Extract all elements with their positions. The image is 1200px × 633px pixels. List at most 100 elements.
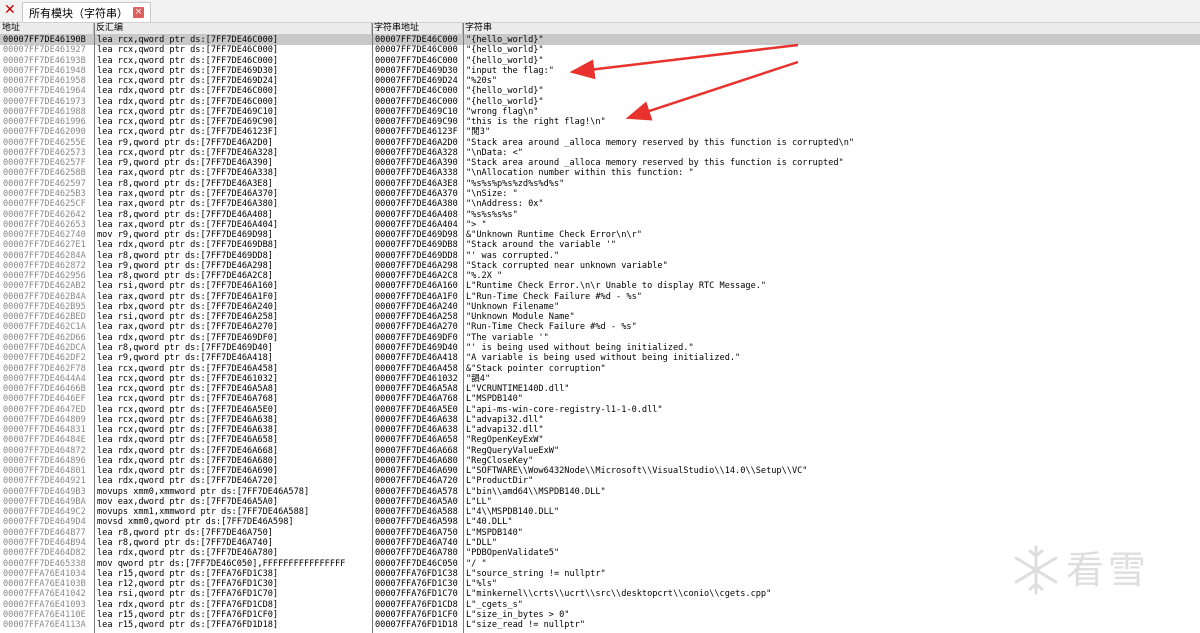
string-address-cell: 00007FF7DE46A638 xyxy=(375,414,458,425)
table-row[interactable]: 00007FF7DE462F78 lea rcx,qword ptr ds:[7F… xyxy=(0,364,1200,374)
string-address-cell: 00007FF7DE469C90 xyxy=(375,117,458,128)
table-row[interactable]: 00007FF7DE461988 lea rcx,qword ptr ds:[7F… xyxy=(0,107,1200,117)
string-address-cell: 00007FF7DE46A578 xyxy=(375,486,458,497)
table-row[interactable]: 00007FF7DE462090 lea rcx,qword ptr ds:[7F… xyxy=(0,127,1200,137)
disassembly-cell: lea r8,qword ptr ds:[7FF7DE46A408] xyxy=(97,209,273,220)
string-address-cell: 00007FF7DE46C000 xyxy=(375,55,458,66)
disassembly-cell: lea rcx,qword ptr ds:[7FF7DE46A638] xyxy=(97,414,279,425)
address-cell: 00007FF7DE461948 xyxy=(3,65,86,76)
table-row[interactable]: 00007FF7DE46193B lea rcx,qword ptr ds:[7F… xyxy=(0,56,1200,66)
string-address-cell: 00007FF7DE46A404 xyxy=(375,219,458,230)
table-row[interactable]: 00007FF7DE462B4A lea rax,qword ptr ds:[7F… xyxy=(0,292,1200,302)
column-header-string-address[interactable]: 字符串地址 xyxy=(372,23,463,34)
string-cell: "Stack around the variable '" xyxy=(466,240,617,251)
table-row[interactable]: 00007FF7DE462AB2 lea rsi,qword ptr ds:[7F… xyxy=(0,281,1200,291)
table-row[interactable]: 00007FF7DE464896 lea rdx,qword ptr ds:[7F… xyxy=(0,456,1200,466)
table-row[interactable]: 00007FF7DE461973 lea rdx,qword ptr ds:[7F… xyxy=(0,97,1200,107)
address-cell: 00007FF7DE464809 xyxy=(3,414,86,425)
table-row[interactable]: 00007FF7DE462DCA lea r8,qword ptr ds:[7FF… xyxy=(0,343,1200,353)
string-cell: "%s%s%s%s" xyxy=(466,209,518,220)
table-row[interactable]: 00007FF7DE462DF2 lea r9,qword ptr ds:[7FF… xyxy=(0,353,1200,363)
tab-all-modules-strings[interactable]: 所有模块（字符串） × xyxy=(22,2,151,22)
table-row[interactable]: 00007FF7DE462642 lea r8,qword ptr ds:[7FF… xyxy=(0,210,1200,220)
address-cell: 00007FF7DE462F78 xyxy=(3,363,86,374)
table-row[interactable]: 00007FF7DE46466B lea rcx,qword ptr ds:[7F… xyxy=(0,384,1200,394)
string-address-cell: 00007FF7DE46A720 xyxy=(375,476,458,487)
table-row[interactable]: 00007FF7DE46257F lea r9,qword ptr ds:[7FF… xyxy=(0,158,1200,168)
table-row[interactable]: 00007FF7DE464872 lea rdx,qword ptr ds:[7F… xyxy=(0,446,1200,456)
table-row[interactable]: 00007FF7DE462956 lea r8,qword ptr ds:[7FF… xyxy=(0,271,1200,281)
string-address-cell: 00007FF7DE46A390 xyxy=(375,158,458,169)
close-icon[interactable]: ✕ xyxy=(4,2,16,18)
address-cell: 00007FF7DE464872 xyxy=(3,445,86,456)
table-row[interactable]: 00007FF7DE464801 lea rdx,qword ptr ds:[7F… xyxy=(0,466,1200,476)
disassembly-cell: lea r8,qword ptr ds:[7FF7DE46A750] xyxy=(97,527,273,538)
table-row[interactable]: 00007FF7DE464921 lea rdx,qword ptr ds:[7F… xyxy=(0,476,1200,486)
table-row[interactable]: 00007FF7DE4625B3 lea rax,qword ptr ds:[7F… xyxy=(0,189,1200,199)
table-row[interactable]: 00007FF7DE462597 lea r8,qword ptr ds:[7FF… xyxy=(0,179,1200,189)
table-row[interactable]: 00007FF7DE461927 lea rcx,qword ptr ds:[7F… xyxy=(0,45,1200,55)
table-row[interactable]: 00007FF7DE4625CF lea rax,qword ptr ds:[7F… xyxy=(0,199,1200,209)
table-row[interactable]: 00007FF7DE464809 lea rcx,qword ptr ds:[7F… xyxy=(0,415,1200,425)
address-cell: 00007FF7DE46193B xyxy=(3,55,86,66)
table-row[interactable]: 00007FFA76E4110E lea r15,qword ptr ds:[7F… xyxy=(0,610,1200,620)
table-row[interactable]: 00007FF7DE461958 lea rcx,qword ptr ds:[7F… xyxy=(0,76,1200,86)
address-cell: 00007FFA76E41042 xyxy=(3,589,86,600)
disassembly-cell: lea r8,qword ptr ds:[7FF7DE46A2C8] xyxy=(97,271,273,282)
column-header-disassembly[interactable]: 反汇编 xyxy=(94,23,372,34)
address-cell: 00007FF7DE462BED xyxy=(3,312,86,323)
table-row[interactable]: 00007FF7DE462740 mov r9,qword ptr ds:[7FF… xyxy=(0,230,1200,240)
address-cell: 00007FF7DE461964 xyxy=(3,86,86,97)
column-header-address[interactable]: 地址 xyxy=(0,23,94,34)
string-cell: "Stack corrupted near unknown variable" xyxy=(466,260,668,271)
table-row[interactable]: 00007FF7DE462D66 lea rdx,qword ptr ds:[7F… xyxy=(0,333,1200,343)
table-row[interactable]: 00007FF7DE4647ED lea rcx,qword ptr ds:[7F… xyxy=(0,405,1200,415)
table-row[interactable]: 00007FFA76E41093 lea rdx,qword ptr ds:[7F… xyxy=(0,600,1200,610)
table-row[interactable]: 00007FF7DE4649C2 movups xmm1,xmmword ptr … xyxy=(0,507,1200,517)
table-row[interactable]: 00007FF7DE4649BA mov eax,dword ptr ds:[7F… xyxy=(0,497,1200,507)
string-address-cell: 00007FF7DE46C000 xyxy=(375,35,458,45)
address-cell: 00007FF7DE462090 xyxy=(3,127,86,138)
address-cell: 00007FF7DE464801 xyxy=(3,466,86,477)
column-header-string[interactable]: 字符串 xyxy=(463,23,1200,34)
string-address-cell: 00007FF7DE46A658 xyxy=(375,435,458,446)
string-address-cell: 00007FF7DE46A690 xyxy=(375,466,458,477)
table-row[interactable]: 00007FF7DE462653 lea rax,qword ptr ds:[7F… xyxy=(0,220,1200,230)
string-address-cell: 00007FF7DE46A160 xyxy=(375,281,458,292)
tab-close-icon[interactable]: × xyxy=(133,7,144,18)
column-divider xyxy=(463,23,464,633)
table-row[interactable]: 00007FF7DE461996 lea rcx,qword ptr ds:[7F… xyxy=(0,117,1200,127)
disassembly-cell: lea r15,qword ptr ds:[7FFA76FD1D18] xyxy=(97,620,279,631)
address-cell: 00007FF7DE461973 xyxy=(3,96,86,107)
string-cell: "\nAllocation number within this functio… xyxy=(466,168,694,179)
string-cell: "RegQueryValueExW" xyxy=(466,445,560,456)
table-row[interactable]: 00007FF7DE462872 lea r9,qword ptr ds:[7FF… xyxy=(0,261,1200,271)
table-row[interactable]: 00007FF7DE46258B lea rax,qword ptr ds:[7F… xyxy=(0,168,1200,178)
table-row[interactable]: 00007FF7DE462573 lea rcx,qword ptr ds:[7F… xyxy=(0,148,1200,158)
disassembly-cell: lea rax,qword ptr ds:[7FF7DE46A370] xyxy=(97,188,279,199)
string-cell: L"LL" xyxy=(466,496,492,507)
table-row[interactable]: 00007FF7DE4649D4 movsd xmm0,qword ptr ds:… xyxy=(0,517,1200,527)
disassembly-cell: lea r12,qword ptr ds:[7FFA76FD1C30] xyxy=(97,579,279,590)
table-row[interactable]: 00007FF7DE46484E lea rdx,qword ptr ds:[7F… xyxy=(0,435,1200,445)
table-row[interactable]: 00007FFA76E4113A lea r15,qword ptr ds:[7F… xyxy=(0,620,1200,630)
string-cell: L"VCRUNTIME140D.dll" xyxy=(466,384,570,395)
table-row[interactable]: 00007FF7DE461964 lea rdx,qword ptr ds:[7F… xyxy=(0,86,1200,96)
table-row[interactable]: 00007FF7DE462B95 lea rbx,qword ptr ds:[7F… xyxy=(0,302,1200,312)
string-cell: "Stack area around _alloca memory reserv… xyxy=(466,158,844,169)
table-row[interactable]: 00007FF7DE4649B3 movups xmm0,xmmword ptr … xyxy=(0,487,1200,497)
table-row[interactable]: 00007FF7DE464B77 lea r8,qword ptr ds:[7FF… xyxy=(0,528,1200,538)
table-row[interactable]: 00007FF7DE462BED lea rsi,qword ptr ds:[7F… xyxy=(0,312,1200,322)
table-row[interactable]: 00007FF7DE4646EF lea rcx,qword ptr ds:[7F… xyxy=(0,394,1200,404)
address-cell: 00007FF7DE4649D4 xyxy=(3,517,86,528)
table-row[interactable]: 00007FF7DE461948 lea rcx,qword ptr ds:[7F… xyxy=(0,66,1200,76)
table-row[interactable]: 00007FF7DE46190B lea rcx,qword ptr ds:[7F… xyxy=(0,35,1200,46)
table-row[interactable]: 00007FF7DE46255E lea r9,qword ptr ds:[7FF… xyxy=(0,138,1200,148)
string-address-cell: 00007FF7DE46A380 xyxy=(375,199,458,210)
table-row[interactable]: 00007FF7DE4644A4 lea rcx,qword ptr ds:[7F… xyxy=(0,374,1200,384)
table-row[interactable]: 00007FF7DE464831 lea rcx,qword ptr ds:[7F… xyxy=(0,425,1200,435)
table-row[interactable]: 00007FF7DE462C1A lea rax,qword ptr ds:[7F… xyxy=(0,322,1200,332)
table-row[interactable]: 00007FF7DE4627E1 lea rdx,qword ptr ds:[7F… xyxy=(0,240,1200,250)
string-cell: L"advapi32.dll" xyxy=(466,425,544,436)
table-row[interactable]: 00007FF7DE46284A lea r8,qword ptr ds:[7FF… xyxy=(0,251,1200,261)
